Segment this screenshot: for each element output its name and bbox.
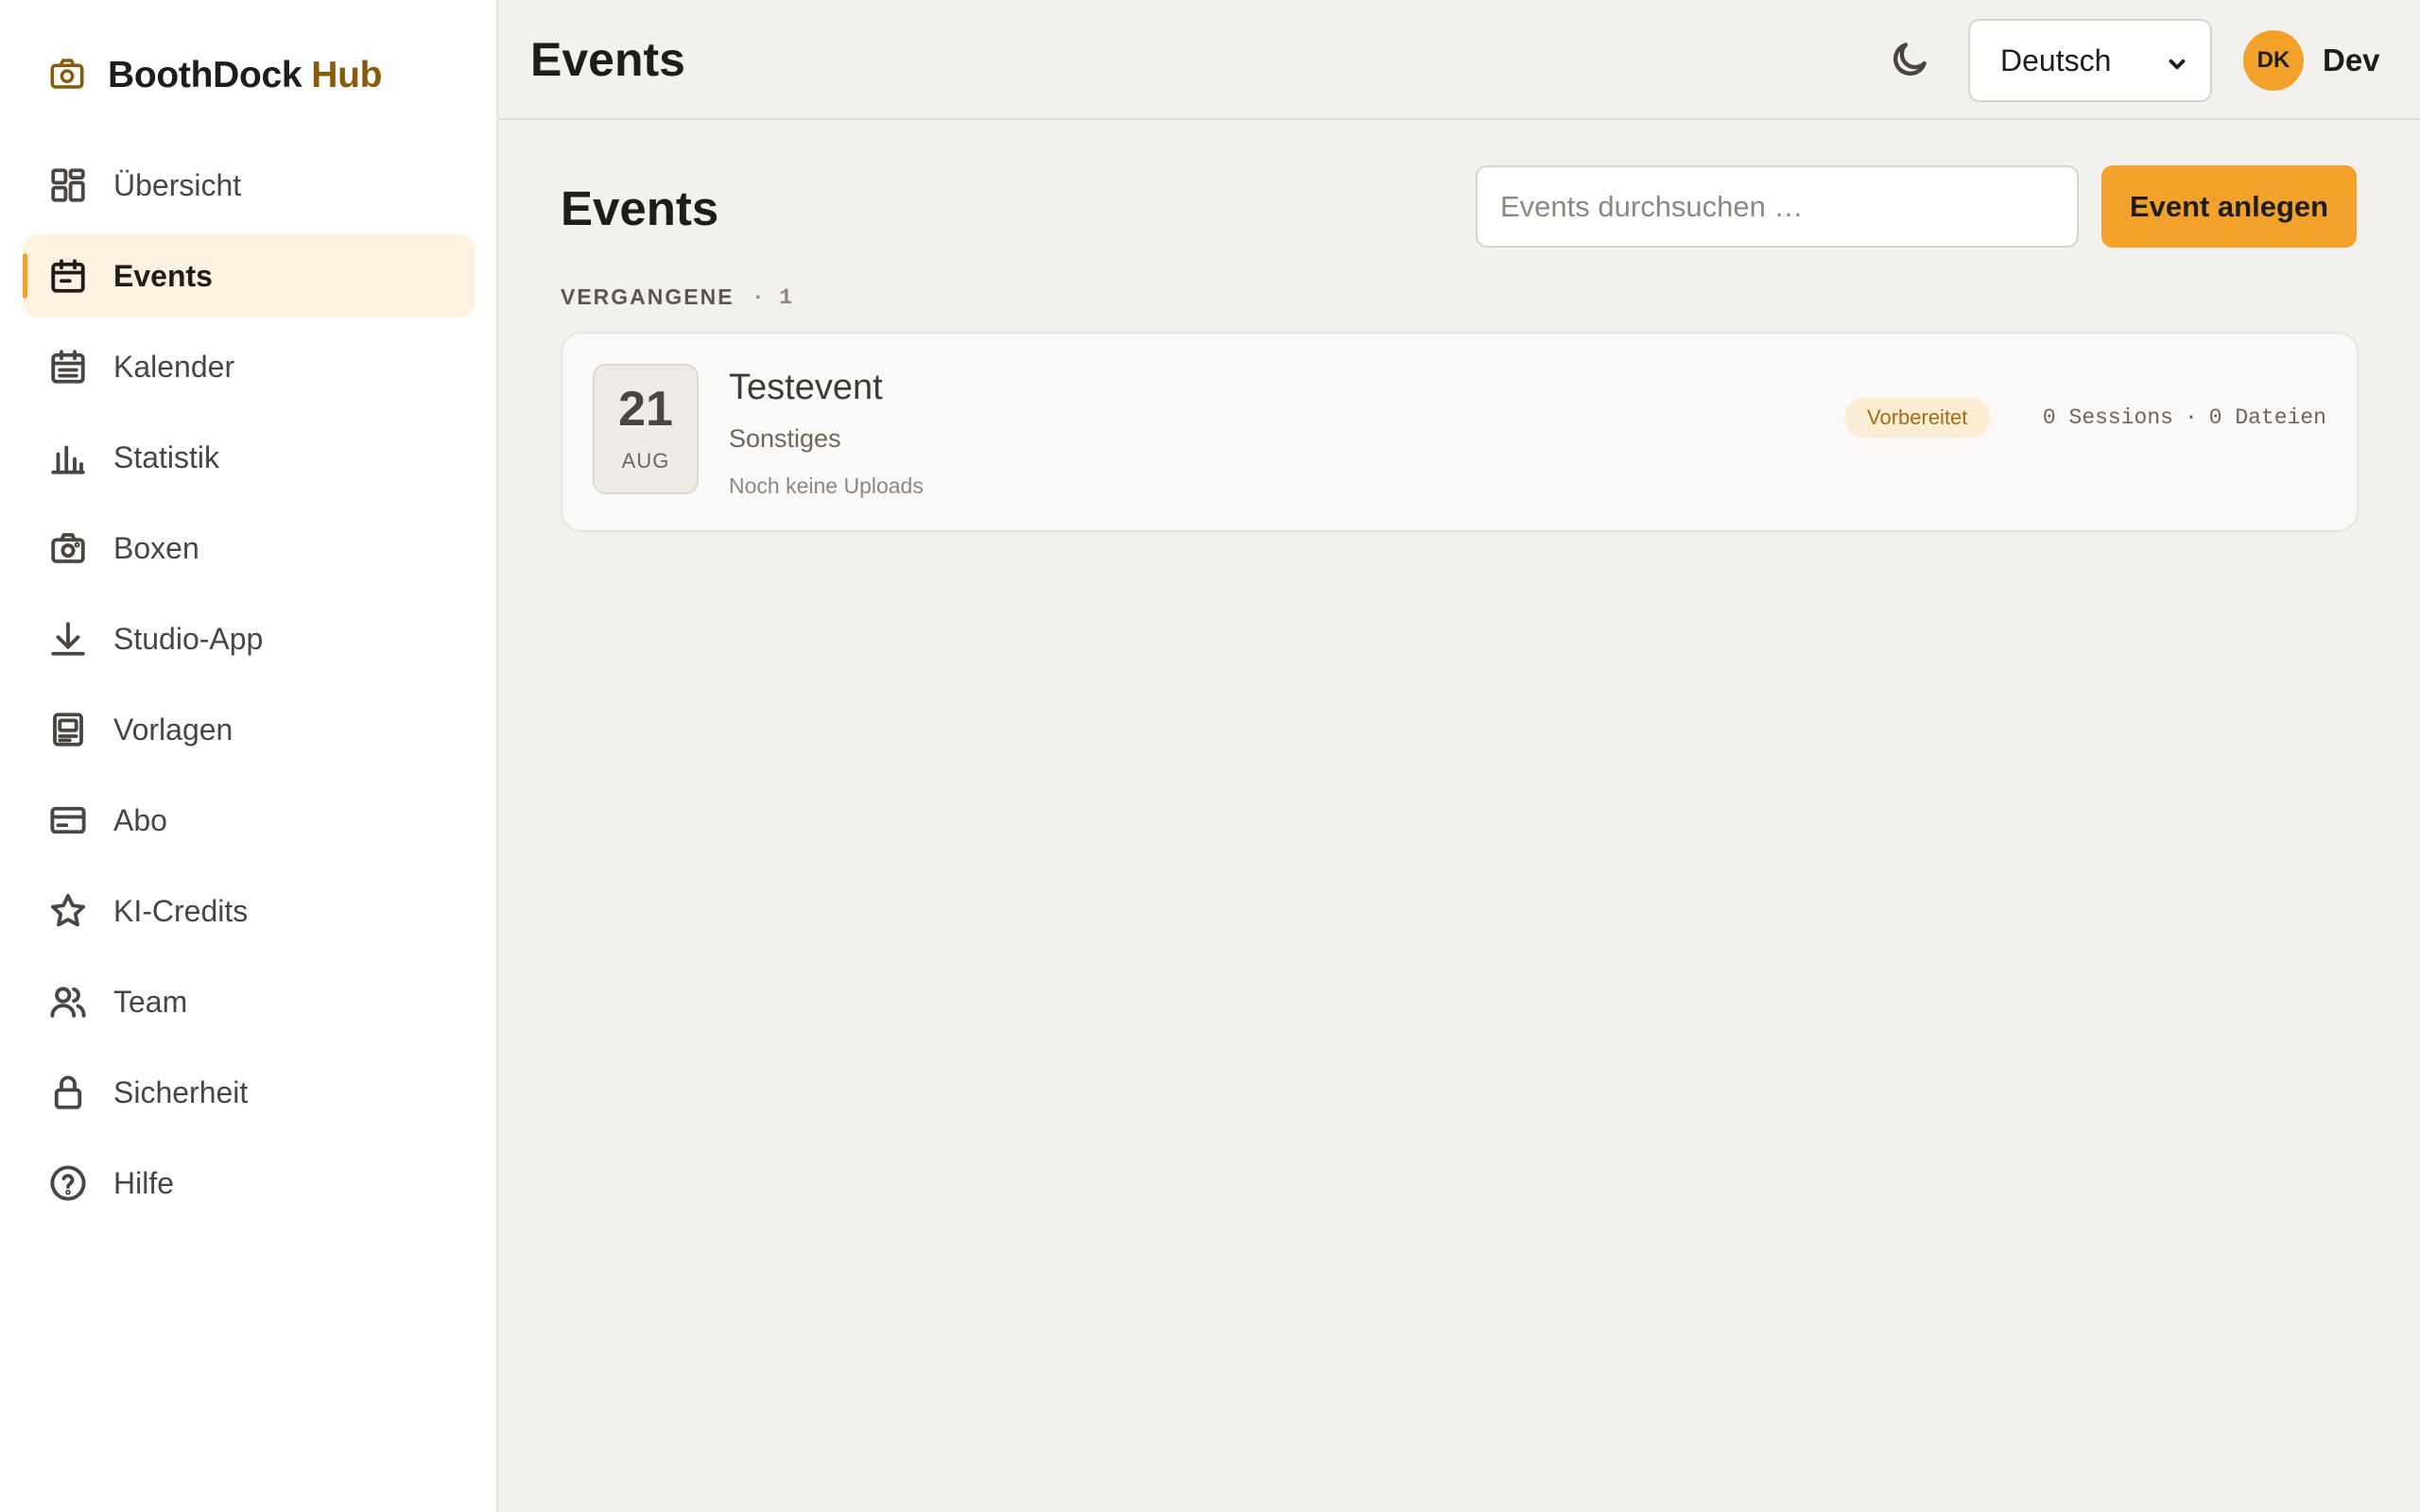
event-stats: 0 Sessions · 0 Dateien — [2043, 405, 2326, 430]
section-label-separator: · — [754, 284, 765, 309]
sidebar-item-hilfe[interactable]: Hilfe — [23, 1142, 475, 1225]
brand-logo[interactable]: BoothDock Hub — [47, 52, 383, 99]
sidebar-item-label: Kalender — [113, 349, 235, 384]
search-input[interactable] — [1476, 165, 2079, 248]
event-uploads-status: Noch keine Uploads — [729, 473, 924, 498]
star-icon — [47, 890, 89, 932]
sidebar: BoothDock Hub Übersicht Events Kalender S… — [0, 0, 498, 1512]
sidebar-item-ki-credits[interactable]: KI-Credits — [23, 869, 475, 953]
sidebar-item-label: Vorlagen — [113, 712, 233, 747]
sidebar-item-statistik[interactable]: Statistik — [23, 416, 475, 499]
sidebar-item-sicherheit[interactable]: Sicherheit — [23, 1051, 475, 1134]
theme-toggle-button[interactable] — [1886, 38, 1933, 85]
top-bar: Events Deutsch DK Dev — [498, 0, 2420, 120]
section-label-text: VERGANGENE — [561, 284, 735, 309]
sidebar-item-events[interactable]: Events — [23, 234, 475, 318]
sidebar-item-vorlagen[interactable]: Vorlagen — [23, 688, 475, 771]
event-date-month: AUG — [621, 449, 670, 472]
event-stats-separator: · — [2184, 405, 2198, 430]
sidebar-item-label: Team — [113, 984, 188, 1019]
sidebar-item-label: KI-Credits — [113, 893, 249, 928]
bar-chart-icon — [47, 437, 89, 478]
event-title: Testevent — [729, 368, 883, 407]
event-sessions: 0 Sessions — [2042, 405, 2173, 430]
sidebar-item-boxen[interactable]: Boxen — [23, 507, 475, 590]
sidebar-nav: Übersicht Events Kalender Statistik Boxe… — [23, 144, 475, 1232]
event-date: 21 AUG — [593, 364, 699, 494]
help-circle-icon — [47, 1162, 89, 1204]
calendar-icon — [47, 255, 89, 297]
user-name: Dev — [2323, 43, 2380, 77]
event-files: 0 Dateien — [2208, 405, 2326, 430]
avatar: DK — [2243, 30, 2304, 91]
create-event-button[interactable]: Event anlegen — [2101, 165, 2357, 248]
main-content: Events Event anlegen VERGANGENE · 1 21 A… — [498, 122, 2420, 1512]
moon-icon — [1889, 39, 1930, 85]
sidebar-item-uebersicht[interactable]: Übersicht — [23, 144, 475, 227]
sidebar-item-team[interactable]: Team — [23, 960, 475, 1043]
sidebar-item-studio-app[interactable]: Studio-App — [23, 597, 475, 680]
sidebar-item-label: Events — [113, 258, 213, 293]
sidebar-item-kalender[interactable]: Kalender — [23, 325, 475, 408]
sidebar-item-label: Statistik — [113, 439, 220, 474]
sidebar-item-abo[interactable]: Abo — [23, 779, 475, 862]
sidebar-item-label: Sicherheit — [113, 1074, 249, 1109]
brand-name: BoothDock Hub — [108, 55, 383, 95]
sidebar-item-label: Hilfe — [113, 1165, 175, 1200]
sidebar-item-label: Abo — [113, 802, 167, 837]
language-select[interactable]: Deutsch — [1968, 19, 2212, 102]
section-count: 1 — [779, 284, 795, 310]
sidebar-item-label: Übersicht — [113, 167, 242, 202]
sidebar-item-label: Studio-App — [113, 621, 264, 656]
camera-icon — [47, 527, 89, 569]
camera-icon — [47, 54, 87, 98]
template-icon — [47, 709, 89, 750]
event-category: Sonstiges — [729, 424, 841, 453]
event-card[interactable]: 21 AUG Testevent Sonstiges Noch keine Up… — [561, 332, 2359, 532]
lock-icon — [47, 1072, 89, 1113]
chevron-down-icon — [2165, 49, 2189, 74]
event-date-day: 21 — [618, 382, 673, 437]
dashboard-grid-icon — [47, 164, 89, 206]
users-icon — [47, 981, 89, 1022]
language-select-value: Deutsch — [2000, 43, 2112, 77]
page-title: Events — [530, 33, 685, 86]
user-menu[interactable]: DK Dev — [2243, 30, 2380, 91]
credit-card-icon — [47, 799, 89, 841]
section-heading: Events — [561, 181, 719, 235]
download-icon — [47, 618, 89, 660]
status-badge: Vorbereitet — [1844, 398, 1991, 438]
calendar-list-icon — [47, 346, 89, 387]
section-label-past: VERGANGENE · 1 — [561, 284, 794, 310]
sidebar-item-label: Boxen — [113, 530, 199, 565]
